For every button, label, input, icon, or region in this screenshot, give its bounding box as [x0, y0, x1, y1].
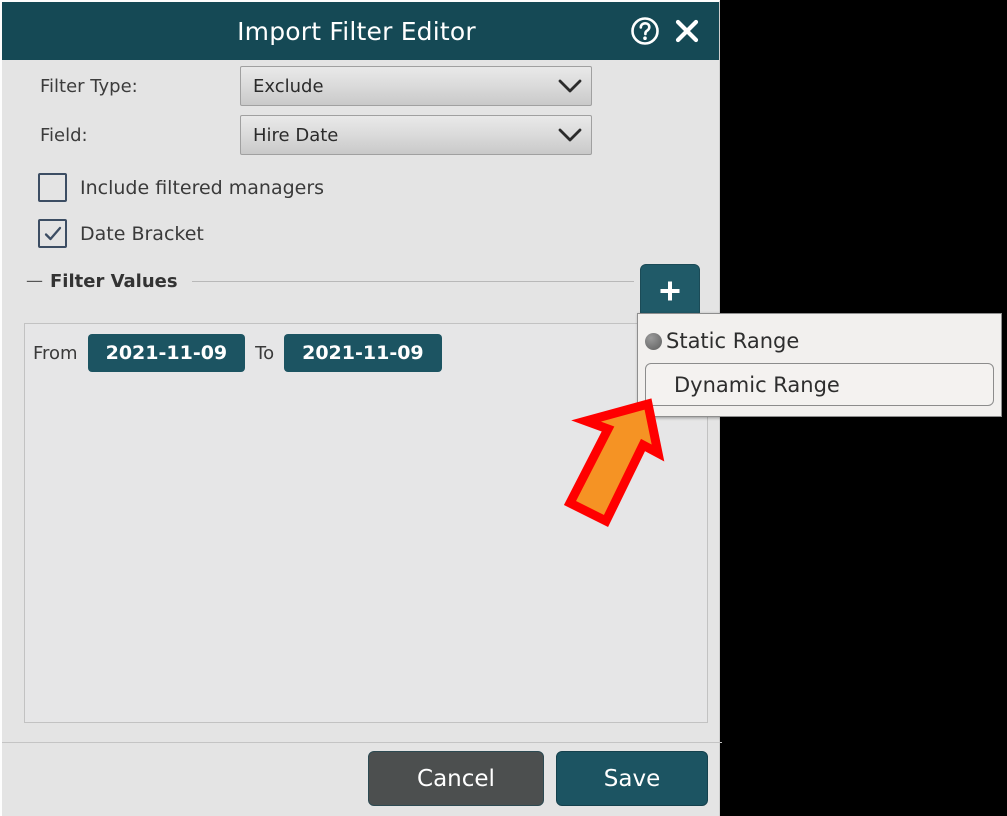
chevron-down-icon — [549, 127, 591, 143]
include-filtered-managers-label: Include filtered managers — [80, 176, 325, 199]
date-bracket-checkbox[interactable]: Date Bracket — [38, 219, 204, 248]
menu-item-dynamic-range[interactable]: Dynamic Range — [645, 363, 994, 406]
field-label: Field: — [40, 124, 88, 146]
add-filter-value-button[interactable] — [640, 264, 700, 318]
from-label: From — [33, 342, 78, 364]
field-row: Field: — [40, 115, 240, 155]
range-type-popup-menu: Static Range Dynamic Range — [637, 313, 1002, 417]
footer-divider — [2, 742, 722, 743]
filter-values-title: Filter Values — [50, 270, 178, 292]
filter-values-group-header: — Filter Values — [26, 264, 634, 298]
to-date-button[interactable]: 2021-11-09 — [284, 334, 442, 372]
filter-values-list-panel[interactable]: From 2021-11-09 To 2021-11-09 — [24, 323, 708, 723]
menu-item-static-range-label: Static Range — [666, 329, 800, 353]
filter-type-row: Filter Type: — [40, 66, 240, 106]
checkbox-box — [38, 219, 67, 248]
chevron-down-icon — [549, 78, 591, 94]
date-range-row: From 2021-11-09 To 2021-11-09 — [33, 334, 452, 372]
cancel-button[interactable]: Cancel — [368, 751, 544, 806]
dialog-title: Import Filter Editor — [237, 16, 476, 46]
filter-type-select[interactable]: Exclude — [240, 66, 592, 106]
collapse-toggle-icon[interactable]: — — [26, 271, 44, 291]
dialog-titlebar: Import Filter Editor — [2, 2, 719, 60]
group-divider — [191, 280, 634, 282]
filled-radio-dot-icon — [645, 332, 662, 350]
plus-icon — [660, 281, 680, 301]
from-date-button[interactable]: 2021-11-09 — [87, 334, 246, 372]
date-bracket-label: Date Bracket — [80, 222, 204, 245]
checkmark-icon — [44, 226, 61, 240]
menu-item-dynamic-range-label: Dynamic Range — [674, 372, 840, 397]
close-x-icon[interactable] — [667, 11, 707, 51]
filter-type-value: Exclude — [253, 75, 324, 97]
save-button[interactable]: Save — [556, 751, 708, 806]
field-value: Hire Date — [253, 124, 339, 146]
import-filter-editor-dialog: Import Filter Editor Filter Type: Exclud… — [0, 0, 722, 816]
help-icon[interactable] — [625, 11, 665, 51]
field-select[interactable]: Hire Date — [240, 115, 592, 155]
checkbox-box — [38, 173, 67, 202]
menu-item-static-range[interactable]: Static Range — [645, 322, 994, 360]
filter-type-label: Filter Type: — [40, 75, 138, 97]
to-label: To — [255, 342, 275, 364]
include-filtered-managers-checkbox[interactable]: Include filtered managers — [38, 173, 324, 202]
